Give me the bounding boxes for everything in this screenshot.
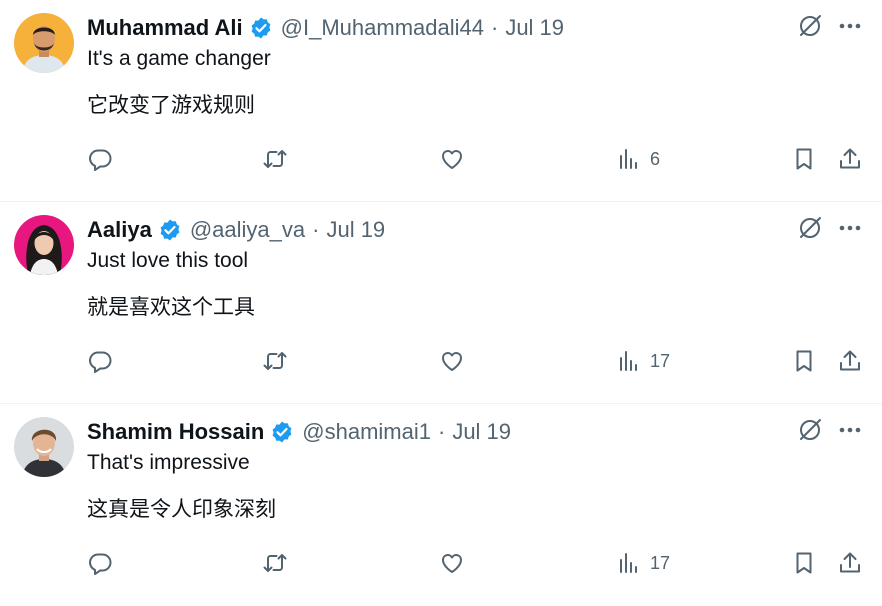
tweet-translation: 就是喜欢这个工具 bbox=[87, 296, 255, 319]
bookmark-button[interactable] bbox=[791, 550, 817, 576]
bookmark-icon bbox=[796, 148, 812, 170]
like-button[interactable] bbox=[439, 348, 465, 374]
reply-button[interactable] bbox=[87, 348, 113, 374]
share-icon bbox=[840, 148, 860, 169]
timestamp[interactable]: Jul 19 bbox=[452, 418, 511, 446]
tweet-translation: 它改变了游戏规则 bbox=[87, 94, 255, 117]
reply-button[interactable] bbox=[87, 550, 113, 576]
grok-icon[interactable] bbox=[796, 416, 824, 444]
views-icon bbox=[620, 553, 637, 573]
views-button[interactable]: 17 bbox=[616, 550, 670, 576]
views-icon bbox=[620, 149, 637, 169]
share-button[interactable] bbox=[837, 550, 863, 576]
more-options-icon[interactable] bbox=[836, 214, 864, 242]
verified-badge-icon bbox=[272, 421, 292, 443]
grok-icon[interactable] bbox=[796, 214, 824, 242]
avatar[interactable] bbox=[14, 13, 74, 73]
separator-dot: · bbox=[490, 15, 499, 40]
like-button[interactable] bbox=[439, 146, 465, 172]
views-button[interactable]: 6 bbox=[616, 146, 660, 172]
share-button[interactable] bbox=[837, 146, 863, 172]
more-options-icon[interactable] bbox=[836, 12, 864, 40]
share-icon bbox=[840, 350, 860, 371]
tweet[interactable]: Aaliya @aaliya_va · Jul 19 Just love thi… bbox=[0, 202, 882, 404]
verified-badge-icon bbox=[251, 17, 271, 39]
display-name[interactable]: Aaliya bbox=[87, 216, 152, 244]
retweet-icon bbox=[263, 352, 287, 370]
reply-icon bbox=[89, 351, 112, 374]
like-button[interactable] bbox=[439, 550, 465, 576]
retweet-icon bbox=[263, 150, 287, 168]
separator-dot: · bbox=[312, 217, 320, 242]
view-count: 17 bbox=[650, 552, 671, 573]
bookmark-button[interactable] bbox=[791, 348, 817, 374]
more-options-icon[interactable] bbox=[836, 416, 864, 444]
view-count: 17 bbox=[650, 350, 671, 371]
tweet-translation: 这真是令人印象深刻 bbox=[87, 498, 276, 521]
separator-dot: · bbox=[437, 419, 446, 444]
view-count: 6 bbox=[650, 148, 661, 169]
timestamp[interactable]: Jul 19 bbox=[326, 216, 385, 244]
user-handle[interactable]: @shamimai1 bbox=[302, 418, 431, 446]
avatar[interactable] bbox=[14, 215, 74, 275]
heart-icon bbox=[442, 150, 462, 169]
user-handle[interactable]: @aaliya_va bbox=[190, 216, 305, 244]
grok-icon[interactable] bbox=[796, 12, 824, 40]
heart-icon bbox=[442, 554, 462, 573]
tweet[interactable]: Muhammad Ali @I_Muhammadali44 · Jul 19 I… bbox=[0, 0, 882, 202]
views-button[interactable]: 17 bbox=[616, 348, 670, 374]
retweet-icon bbox=[263, 554, 287, 572]
timestamp[interactable]: Jul 19 bbox=[505, 14, 564, 42]
avatar[interactable] bbox=[14, 417, 74, 477]
share-icon bbox=[840, 552, 860, 573]
tweet-text: That's impressive bbox=[87, 451, 250, 474]
tweet-text: It's a game changer bbox=[87, 47, 271, 70]
display-name[interactable]: Muhammad Ali bbox=[87, 14, 243, 42]
reply-icon bbox=[89, 149, 112, 172]
retweet-button[interactable] bbox=[262, 146, 288, 172]
tweet[interactable]: Shamim Hossain @shamimai1 · Jul 19 That'… bbox=[0, 404, 882, 606]
reply-button[interactable] bbox=[87, 146, 113, 172]
retweet-button[interactable] bbox=[262, 348, 288, 374]
retweet-button[interactable] bbox=[262, 550, 288, 576]
user-handle[interactable]: @I_Muhammadali44 bbox=[281, 14, 484, 42]
tweet-text: Just love this tool bbox=[87, 249, 249, 272]
display-name[interactable]: Shamim Hossain bbox=[87, 418, 264, 446]
verified-badge-icon bbox=[160, 219, 180, 241]
bookmark-icon bbox=[796, 552, 812, 574]
bookmark-button[interactable] bbox=[791, 146, 817, 172]
bookmark-icon bbox=[796, 350, 812, 372]
heart-icon bbox=[442, 352, 462, 371]
reply-icon bbox=[89, 553, 112, 576]
views-icon bbox=[620, 351, 637, 371]
share-button[interactable] bbox=[837, 348, 863, 374]
